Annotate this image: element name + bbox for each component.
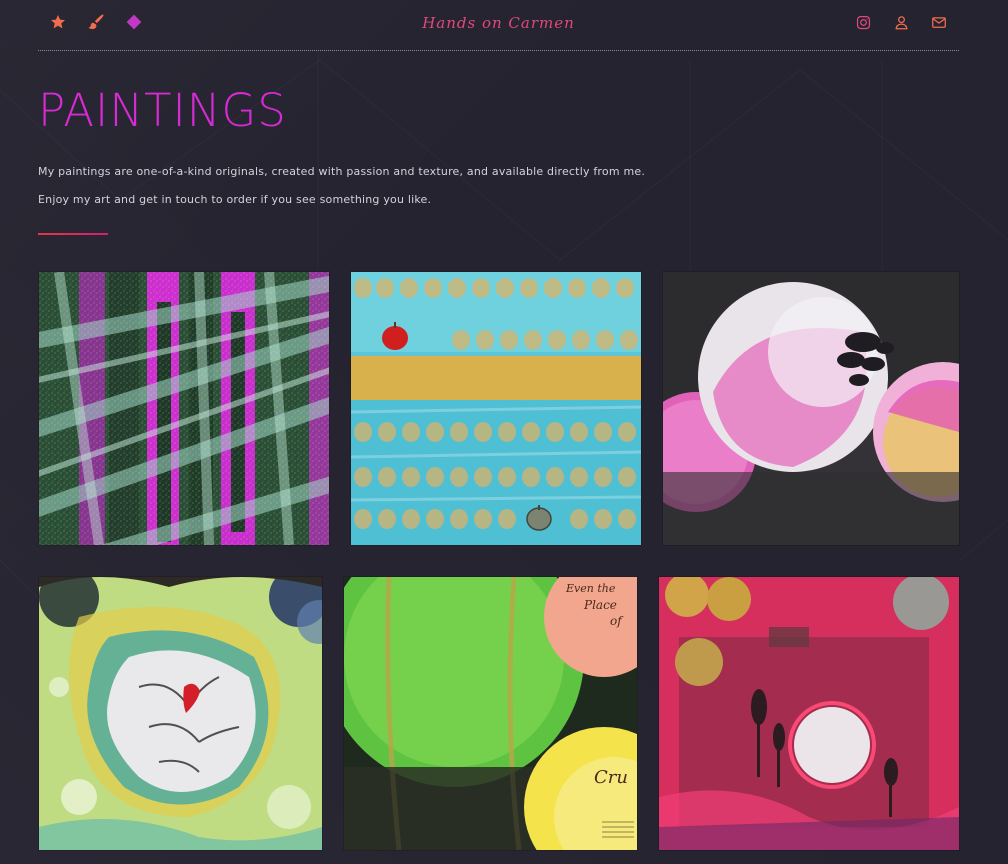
star-icon[interactable] [48,12,68,32]
painting-5-text-4: Cru [594,767,628,788]
intro-text-line-2: Enjoy my art and get in touch to order i… [38,193,432,206]
intro-text-line-1: My paintings are one-of-a-kind originals… [38,165,646,178]
painting-thumbnail-5[interactable]: Even the Place of Cru [344,577,637,850]
painting-4-artwork [39,577,322,850]
painting-1-artwork [39,272,329,545]
accent-divider [38,233,108,235]
painting-thumbnail-6[interactable] [659,577,959,850]
painting-thumbnail-1[interactable] [39,272,329,545]
painting-6-artwork [659,577,959,850]
painting-2-artwork [351,272,641,545]
site-header: Hands on Carmen [38,0,959,51]
painting-thumbnail-2[interactable] [351,272,641,545]
painting-5-artwork: Even the Place of Cru [344,577,637,850]
painting-thumbnail-4[interactable] [39,577,322,850]
page: Hands on Carmen PAINTINGS My paintings a… [0,0,1008,864]
page-title: PAINTINGS [38,84,287,137]
instagram-icon[interactable] [853,12,873,32]
painting-5-text-2: Place [583,598,617,612]
diamond-icon[interactable] [124,12,144,32]
header-left-icons [48,12,144,32]
paintbrush-icon[interactable] [86,12,106,32]
user-icon[interactable] [891,12,911,32]
painting-5-text-1: Even the [565,582,616,595]
painting-thumbnail-3[interactable] [663,272,959,545]
header-right-icons [853,12,949,32]
painting-3-artwork [663,272,959,545]
site-brand[interactable]: Hands on Carmen [422,14,575,32]
mail-icon[interactable] [929,12,949,32]
